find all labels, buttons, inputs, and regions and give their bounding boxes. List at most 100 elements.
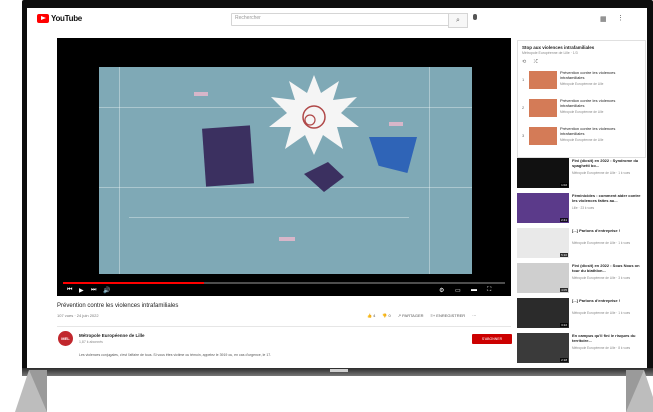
- recommended-video[interactable]: 2:18 En campus qu'il fini le risques du t…: [517, 333, 644, 365]
- playlist-item-thumbnail[interactable]: [529, 99, 557, 117]
- theater-icon[interactable]: ▬: [471, 287, 477, 293]
- share-button[interactable]: ↗ PARTAGER: [398, 313, 424, 318]
- recommended-video-channel: Métropole Européenne de Lille · 1 k vues: [572, 241, 631, 245]
- video-title: Prévention contre les violences intrafam…: [57, 303, 179, 309]
- mic-icon[interactable]: [473, 14, 477, 20]
- video-thumbnail[interactable]: 4:05: [517, 263, 569, 293]
- recommended-video[interactable]: 2:41 Féminicides : comment aider contre l…: [517, 193, 644, 225]
- search-box[interactable]: Rechercher: [231, 13, 449, 26]
- save-button[interactable]: ≡+ ENREGISTRER: [431, 313, 466, 318]
- recommended-video-title[interactable]: Fini (dicsit) en 2022 : Syndrome du spag…: [572, 158, 642, 168]
- play-logo-icon: [37, 14, 49, 23]
- video-description: Les violences conjugales, c'est l'affair…: [79, 353, 272, 357]
- playlist-item-title[interactable]: Prévention contre les violences intrafam…: [560, 70, 640, 80]
- playlist-item-title[interactable]: Prévention contre les violences intrafam…: [560, 98, 640, 108]
- recommended-video-title[interactable]: Féminicides : comment aider contre les v…: [572, 193, 642, 203]
- recommended-video-channel: Lille · 23 k vues: [572, 206, 595, 210]
- playlist-item-thumbnail[interactable]: [529, 127, 557, 145]
- deco-bar: [194, 92, 208, 96]
- recommended-video-channel: Métropole Européenne de Lille · 8 k vues: [572, 346, 631, 350]
- more-actions-icon[interactable]: ⋯: [472, 313, 476, 318]
- deco-bar: [389, 122, 403, 126]
- recommended-video[interactable]: 3:22 [...] Parlons d'entreprise ! Métropol…: [517, 298, 644, 330]
- playlist-item-index: 2: [522, 105, 525, 110]
- logo-text: YouTube: [51, 14, 82, 23]
- apps-icon[interactable]: ▦: [600, 15, 607, 23]
- deco-bar: [279, 237, 295, 241]
- video-thumbnail[interactable]: 5:10: [517, 228, 569, 258]
- video-frame[interactable]: [99, 67, 472, 274]
- playlist-item-title[interactable]: Prévention contre les violences intrafam…: [560, 126, 640, 136]
- duration-badge: 4:05: [560, 288, 568, 292]
- more-vert-icon[interactable]: ⋮: [617, 14, 624, 22]
- tv-stand-right: [626, 370, 653, 412]
- play-icon[interactable]: ▶: [79, 287, 84, 294]
- background-line: [119, 67, 120, 274]
- recommended-video[interactable]: 4:05 Fini (dicsit) en 2022 : Sous Nous on…: [517, 263, 644, 295]
- background-line: [429, 67, 430, 274]
- previous-icon[interactable]: ⏮: [67, 287, 72, 294]
- save-label: ENREGISTRER: [436, 313, 466, 318]
- fullscreen-icon[interactable]: ⛶: [487, 287, 491, 294]
- playlist-item[interactable]: 1 Prévention contre les violences intrafa…: [520, 69, 643, 91]
- playlist-item-channel: Métropole Européenne de Lille: [560, 110, 604, 114]
- search-icon[interactable]: ⌕: [448, 13, 468, 28]
- playlist-subtitle: Métropole Européenne de Lille · 1/3: [522, 51, 578, 55]
- share-label: PARTAGER: [402, 313, 424, 318]
- subscribe-button[interactable]: S'ABONNER: [472, 334, 512, 344]
- playlist-title[interactable]: Stop aux violences intrafamiliales: [522, 45, 594, 50]
- character-right: [369, 137, 417, 173]
- duration-badge: 5:10: [560, 253, 568, 257]
- dislike-count: 0: [388, 313, 391, 318]
- recommended-video-channel: Métropole Européenne de Lille · 1 k vues: [572, 311, 631, 315]
- duration-badge: 1:02: [560, 183, 568, 187]
- recommended-video-title[interactable]: [...] Parlons d'entreprise !: [572, 298, 642, 304]
- avatar[interactable]: MEL: [58, 331, 73, 346]
- recommended-video[interactable]: 5:10 [...] Parlons d'entreprise ! Métropol…: [517, 228, 644, 260]
- playlist-item[interactable]: 3 Prévention contre les violences intrafa…: [520, 125, 643, 147]
- playlist-controls: ⟲ ⤮: [522, 59, 538, 65]
- shuffle-icon[interactable]: ⤮: [534, 59, 538, 65]
- playlist-item[interactable]: 2 Prévention contre les violences intrafa…: [520, 97, 643, 119]
- like-count: 4: [373, 313, 376, 318]
- recommended-video[interactable]: 1:02 Fini (dicsit) en 2022 : Syndrome du …: [517, 158, 644, 190]
- divider: [57, 326, 511, 327]
- volume-icon[interactable]: 🔊: [103, 287, 110, 294]
- recommended-video-channel: Métropole Européenne de Lille · 1 k vues: [572, 171, 631, 175]
- masthead: YouTube Rechercher ⌕ ▦ ⋮: [27, 8, 647, 30]
- recommended-video-title[interactable]: En campus qu'il fini le risques du terri…: [572, 333, 642, 343]
- action-bar: 👍 4 👎 0 ↗ PARTAGER ≡+ ENREGISTRER ⋯: [367, 313, 476, 318]
- thumb-up-icon: 👍: [367, 313, 372, 318]
- player-controls: ⏮ ▶ ⏭ 🔊 ⚙ ▭ ▬ ⛶: [67, 287, 503, 295]
- progress-fill: [63, 282, 205, 284]
- youtube-logo[interactable]: YouTube: [37, 14, 82, 23]
- video-thumbnail[interactable]: 1:02: [517, 158, 569, 188]
- next-icon[interactable]: ⏭: [91, 287, 96, 294]
- settings-icon[interactable]: ⚙: [439, 287, 444, 294]
- dislike-button[interactable]: 👎 0: [382, 313, 390, 318]
- subscriber-count: 1,87 k abonnés: [79, 340, 103, 344]
- playlist-item-index: 1: [522, 77, 525, 82]
- duration-badge: 2:41: [560, 218, 568, 222]
- thumb-down-icon: 👎: [382, 313, 388, 318]
- video-thumbnail[interactable]: 3:22: [517, 298, 569, 328]
- recommended-video-channel: Métropole Européenne de Lille · 3 k vues: [572, 276, 631, 280]
- duration-badge: 3:22: [560, 323, 568, 327]
- video-meta: 107 vues · 24 juin 2022: [57, 313, 99, 318]
- search-input[interactable]: Rechercher: [235, 15, 261, 21]
- video-player[interactable]: ⏮ ▶ ⏭ 🔊 ⚙ ▭ ▬ ⛶: [57, 38, 511, 296]
- video-thumbnail[interactable]: 2:18: [517, 333, 569, 363]
- recommended-video-title[interactable]: Fini (dicsit) en 2022 : Sous Nous on tou…: [572, 263, 642, 273]
- loop-icon[interactable]: ⟲: [522, 59, 526, 65]
- recommended-video-title[interactable]: [...] Parlons d'entreprise !: [572, 228, 642, 234]
- tv-screen: YouTube Rechercher ⌕ ▦ ⋮ ⏮ ▶ ⏭ 🔊 ⚙ ▭ ▬ ⛶…: [27, 8, 647, 368]
- like-button[interactable]: 👍 4: [367, 313, 375, 318]
- background-line: [99, 187, 472, 188]
- tv-stand-left: [15, 370, 47, 412]
- channel-name[interactable]: Métropole Européenne de Lille: [79, 333, 145, 338]
- playlist-item-index: 3: [522, 133, 525, 138]
- progress-bar[interactable]: [63, 282, 505, 284]
- video-thumbnail[interactable]: 2:41: [517, 193, 569, 223]
- miniplayer-icon[interactable]: ▭: [455, 287, 461, 294]
- playlist-item-thumbnail[interactable]: [529, 71, 557, 89]
